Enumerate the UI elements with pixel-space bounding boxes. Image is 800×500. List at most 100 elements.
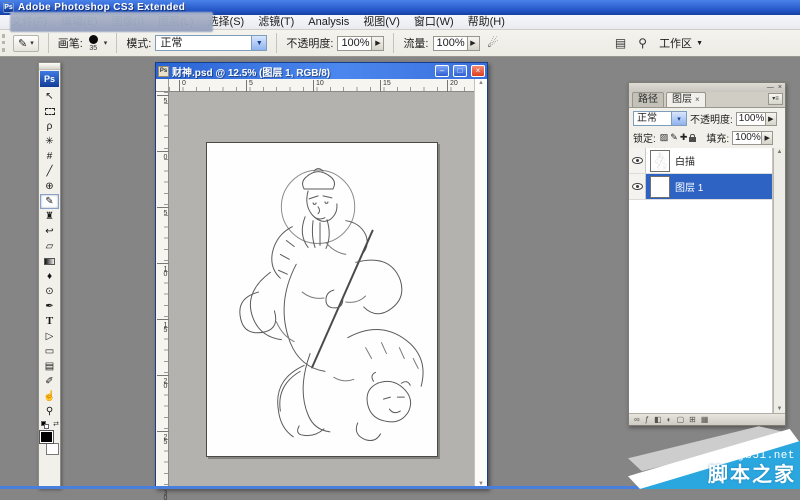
zoom-tool[interactable]: ⚲ <box>40 404 59 419</box>
chevron-down-icon[interactable]: ▾ <box>104 39 108 47</box>
menu-item[interactable]: 窗口(W) <box>407 15 461 30</box>
shape-tool[interactable]: ▭ <box>40 344 59 359</box>
dodge-icon: ⊙ <box>45 285 54 297</box>
slider-arrow-icon[interactable]: ▶ <box>764 112 776 125</box>
tab-layers[interactable]: 图层 × <box>666 92 706 107</box>
brush-tool[interactable]: ✎ <box>40 194 59 209</box>
layer-mask-icon[interactable]: ◧ <box>654 415 662 424</box>
switch-colors-icon[interactable]: ⇄ <box>53 420 59 428</box>
dodge-tool[interactable]: ⊙ <box>40 284 59 299</box>
panel-menu-button[interactable]: ▾≡ <box>768 93 783 105</box>
lock-image-icon[interactable]: ✎ <box>670 132 678 143</box>
palettes-icon[interactable]: ▤ <box>615 36 626 50</box>
slider-arrow-icon[interactable]: ▶ <box>371 36 384 50</box>
pen-tool[interactable]: ✒ <box>40 299 59 314</box>
menu-item[interactable]: 视图(V) <box>356 15 407 30</box>
slider-arrow-icon[interactable]: ▶ <box>761 131 773 144</box>
link-layers-icon[interactable]: ∞ <box>634 415 640 424</box>
chevron-down-icon[interactable]: ▾ <box>671 112 686 125</box>
workspace-menu[interactable]: 工作区 ▼ <box>659 35 703 51</box>
close-button[interactable]: × <box>471 65 485 77</box>
minimize-button[interactable]: – <box>435 65 449 77</box>
current-tool-button[interactable]: ✎ ▾ <box>13 34 39 52</box>
history-brush-tool[interactable]: ↩ <box>40 224 59 239</box>
chevron-down-icon[interactable]: ▼ <box>251 36 267 50</box>
maximize-button[interactable]: □ <box>453 65 467 77</box>
watermark-name: 脚本之家 <box>708 464 796 486</box>
ruler-vertical: 5 0 5 10 15 20 25 30 <box>156 92 169 500</box>
gradient-tool[interactable] <box>40 254 59 269</box>
airbrush-toggle[interactable]: ☄ <box>488 36 499 50</box>
menu-item[interactable]: 滤镜(T) <box>251 15 301 30</box>
background-color-swatch[interactable] <box>46 443 59 455</box>
type-tool[interactable]: T <box>40 314 59 329</box>
brush-icon: ✎ <box>45 195 54 207</box>
opacity-field[interactable]: 100% ▶ <box>337 35 385 51</box>
move-tool[interactable]: ↖ <box>40 89 59 104</box>
rectangular-marquee-tool[interactable] <box>40 104 59 119</box>
scroll-up-icon[interactable]: ▲ <box>478 80 484 86</box>
healing-brush-tool[interactable]: ⊕ <box>40 179 59 194</box>
eyedropper-tool[interactable]: ✐ <box>40 374 59 389</box>
new-layer-icon[interactable]: ⊞ <box>689 415 696 424</box>
lock-all-icon[interactable] <box>689 133 697 142</box>
layer-group-icon[interactable]: ▢ <box>677 415 685 424</box>
menu-item[interactable]: 帮助(H) <box>461 15 512 30</box>
ruler-h-label: 5 <box>246 80 253 92</box>
scroll-down-icon[interactable]: ▼ <box>777 406 783 412</box>
lasso-tool[interactable]: ρ <box>40 119 59 134</box>
panel-scrollbar[interactable]: ▲ ▼ <box>773 148 785 413</box>
ruler-v-label: 0 <box>157 151 169 159</box>
ruler-v-label: 5 <box>157 95 169 103</box>
adjustment-layer-icon[interactable]: ◐ <box>667 415 672 424</box>
path-selection-tool[interactable]: ▷ <box>40 329 59 344</box>
visibility-toggle[interactable] <box>629 174 646 199</box>
flow-value: 100% <box>436 36 465 49</box>
brush-label: 画笔: <box>57 38 83 50</box>
lock-transparency-icon[interactable]: ▨ <box>660 132 669 143</box>
panel-close-button[interactable]: × <box>778 84 782 91</box>
layer-style-icon[interactable]: ƒ <box>645 415 649 424</box>
tab-paths[interactable]: 路径 <box>632 92 664 107</box>
lock-position-icon[interactable]: ✚ <box>680 132 688 143</box>
crop-tool[interactable]: # <box>40 149 59 164</box>
brush-preset-picker[interactable]: 35 <box>88 34 98 52</box>
canvas-page[interactable] <box>206 142 438 457</box>
layer-opacity-field[interactable]: 100% ▶ <box>735 111 777 126</box>
blend-mode-value: 正常 <box>637 113 657 124</box>
toolbox-grip[interactable] <box>39 63 60 70</box>
blur-tool[interactable]: ♦ <box>40 269 59 284</box>
ruler-v-label: 20 <box>157 375 169 388</box>
slider-arrow-icon[interactable]: ▶ <box>466 36 479 50</box>
layer-row[interactable]: 图层 1 <box>629 174 772 200</box>
magic-wand-icon: ✳ <box>45 135 54 147</box>
menu-item[interactable]: Analysis <box>301 15 356 30</box>
delete-layer-icon[interactable]: ▦ <box>701 415 709 424</box>
document-title-bar[interactable]: Ps 财神.psd @ 12.5% (图层 1, RGB/8) – □ × <box>156 63 487 79</box>
bridge-icon[interactable]: ⚲ <box>638 36 647 50</box>
layer-blend-mode-select[interactable]: 正常 ▾ <box>633 111 687 126</box>
hand-tool[interactable]: ☝ <box>40 389 59 404</box>
divider <box>276 33 278 53</box>
blend-mode-select[interactable]: 正常 ▼ <box>155 35 268 51</box>
history-brush-icon: ↩ <box>45 225 54 237</box>
panel-title-bar[interactable]: — × <box>629 83 785 92</box>
magic-wand-tool[interactable]: ✳ <box>40 134 59 149</box>
layer-fill-field[interactable]: 100% ▶ <box>732 130 774 145</box>
tab-close-icon[interactable]: × <box>695 94 700 106</box>
foreground-color-swatch[interactable] <box>39 430 54 444</box>
document-scrollbar[interactable]: ▲ ▼ <box>474 79 487 488</box>
psd-file-icon: Ps <box>158 65 169 77</box>
visibility-toggle[interactable] <box>629 148 646 173</box>
notes-tool[interactable]: ▤ <box>40 359 59 374</box>
panel-minimize-button[interactable]: — <box>767 84 774 91</box>
layer-name: 图层 1 <box>675 183 704 194</box>
scroll-up-icon[interactable]: ▲ <box>777 149 783 155</box>
slice-tool[interactable]: ╱ <box>40 164 59 179</box>
lasso-icon: ρ <box>46 120 53 132</box>
flow-field[interactable]: 100% ▶ <box>432 35 480 51</box>
canvas-area[interactable] <box>170 93 474 488</box>
clone-stamp-tool[interactable]: ♜ <box>40 209 59 224</box>
eraser-tool[interactable]: ▱ <box>40 239 59 254</box>
layer-row[interactable]: 白描 <box>629 148 772 174</box>
